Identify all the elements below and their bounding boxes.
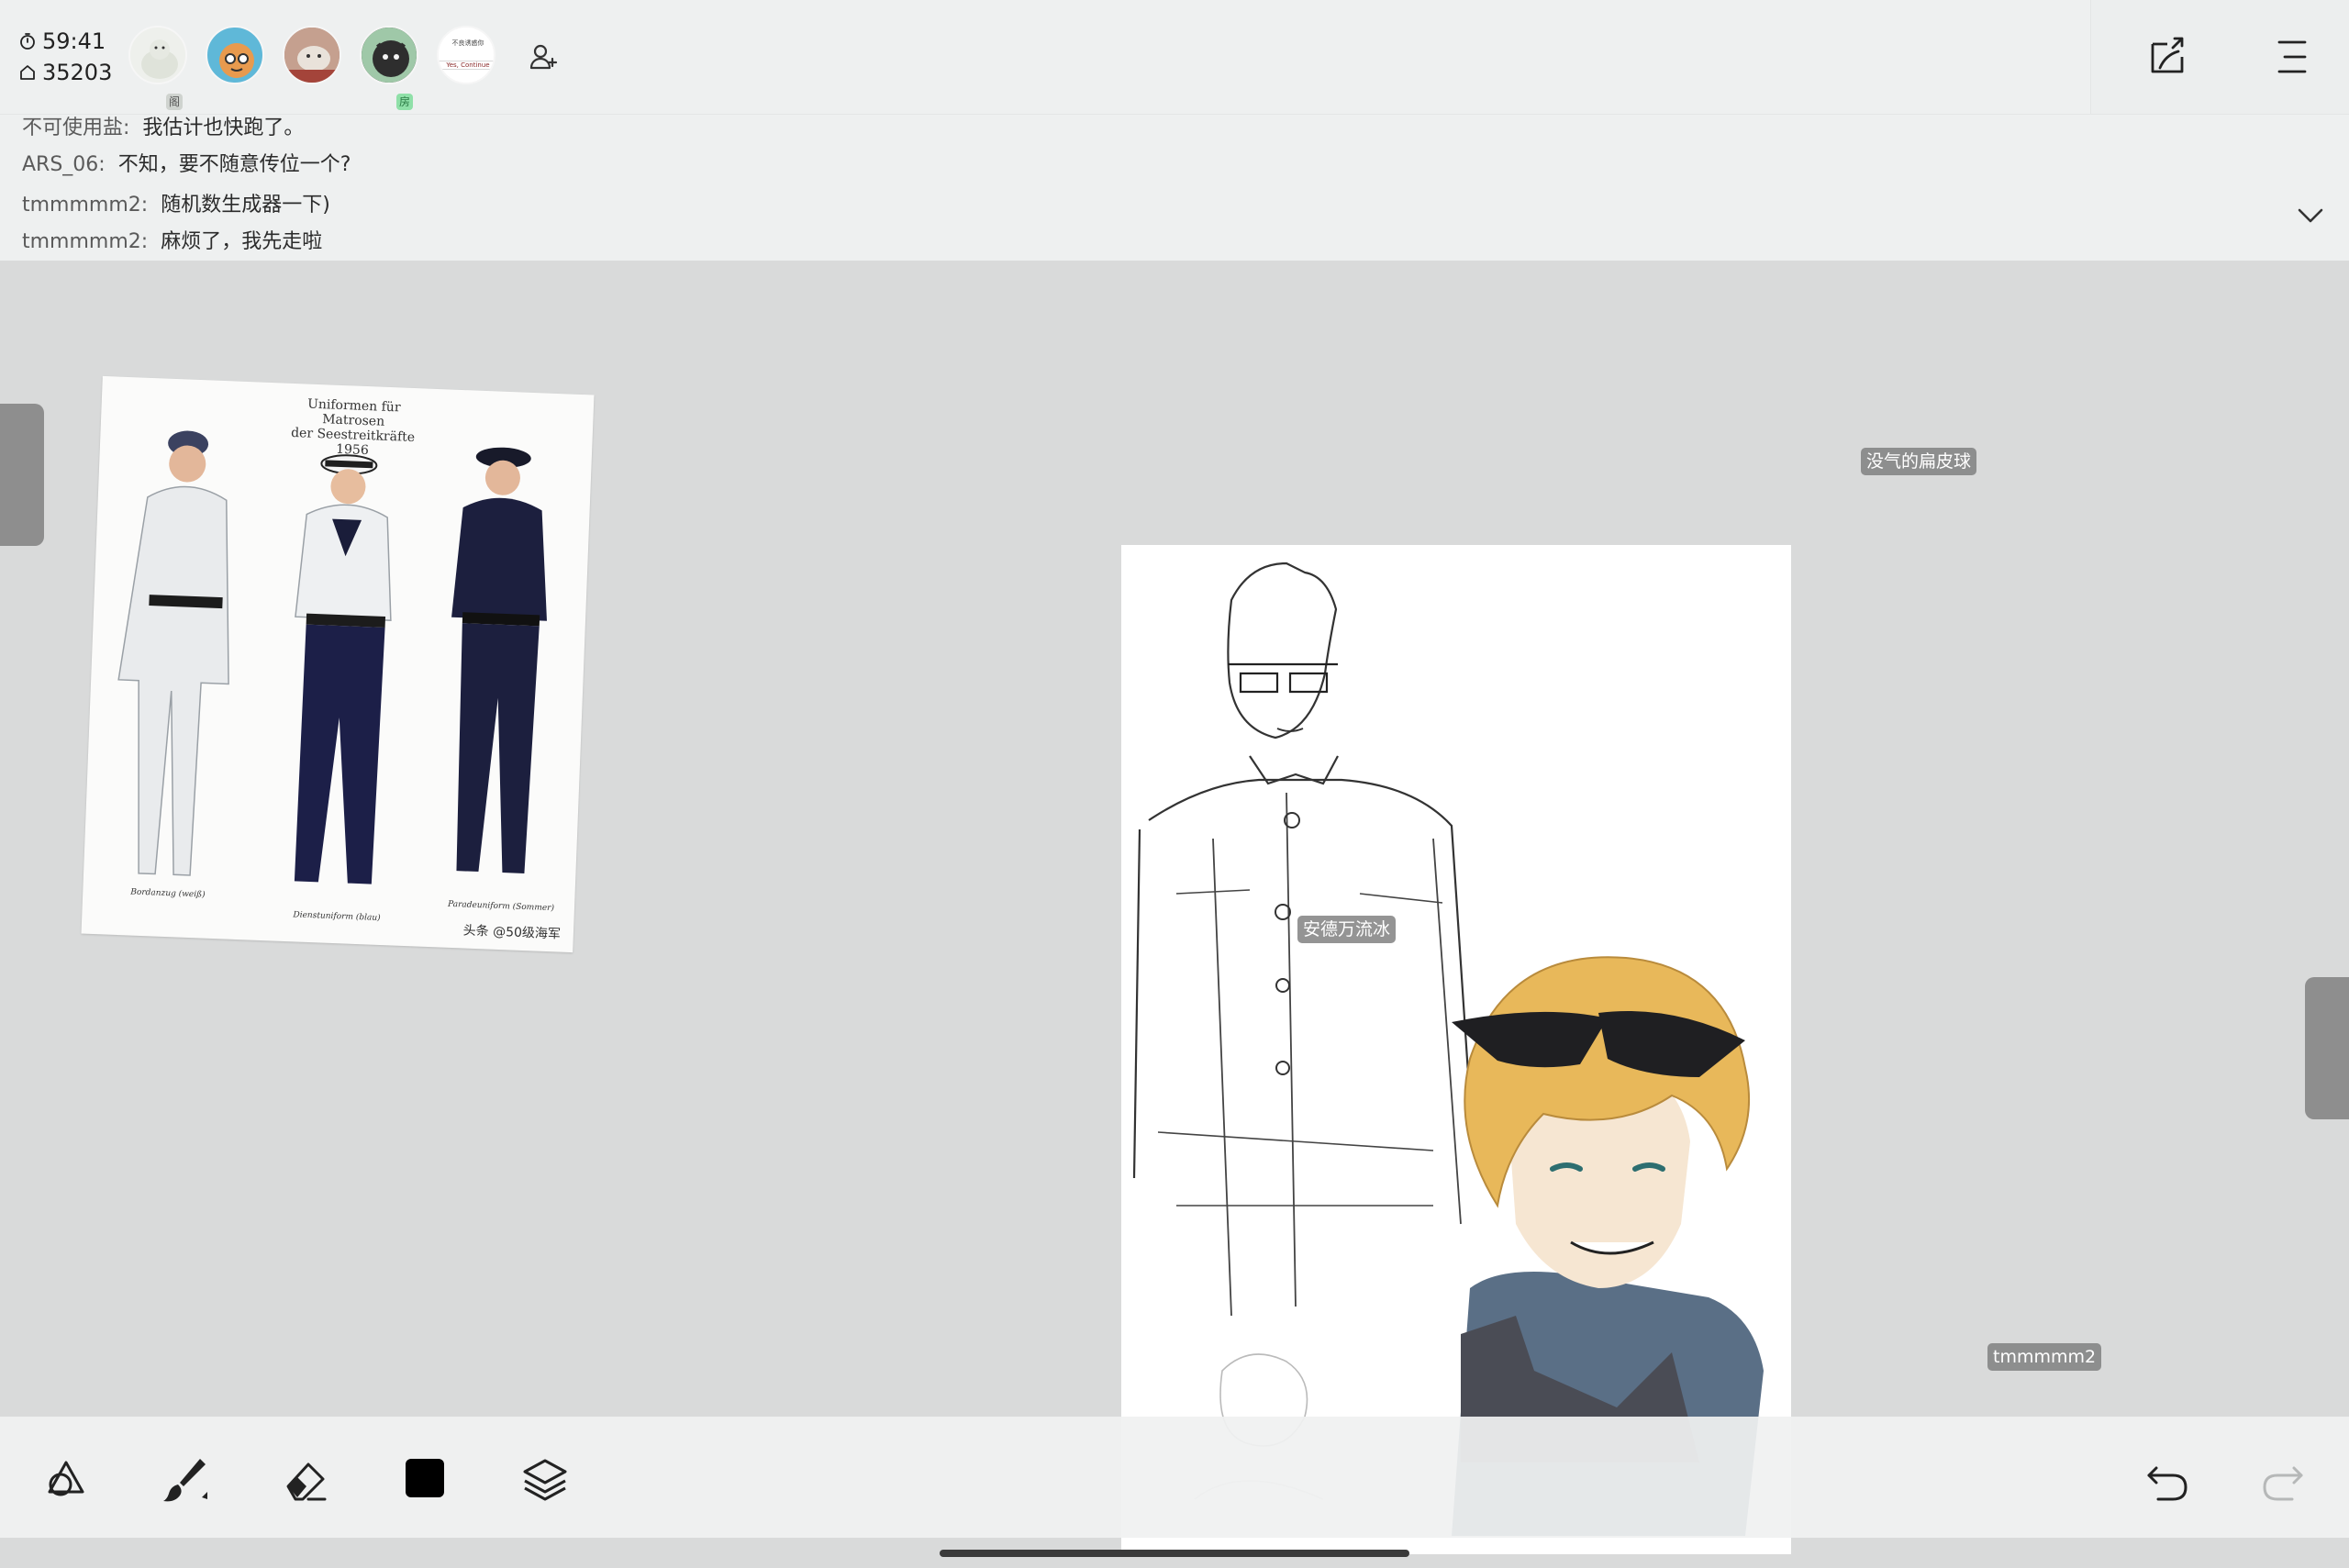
participant-avatar-1[interactable]	[128, 26, 187, 84]
cursor-label-2: 安德万流冰	[1297, 916, 1397, 943]
chat-user: tmmmmm2:	[22, 230, 149, 253]
chat-text: 我估计也快跑了。	[142, 117, 305, 139]
share-page-icon[interactable]	[2147, 35, 2189, 77]
shapes-icon[interactable]	[40, 1453, 92, 1505]
participant-avatar-5[interactable]: 不良诱惑你 Yes, Continue	[437, 26, 495, 84]
chat-user: ARS_06:	[22, 153, 106, 176]
brush-icon[interactable]	[160, 1453, 211, 1505]
chat-message: tmmmmm2: 麻烦了，我先走啦	[22, 228, 322, 256]
chat-message: 不可使用盐: 我估计也快跑了。	[22, 115, 304, 142]
chat-text: 不知，要不随意传位一个?	[117, 153, 351, 176]
undo-icon[interactable]	[2142, 1453, 2193, 1505]
chat-message: ARS_06: 不知，要不随意传位一个?	[22, 151, 351, 179]
color-swatch[interactable]	[406, 1459, 444, 1497]
sketch-figure	[1132, 562, 1764, 1536]
reference-watermark: 头条 @50级海军	[462, 923, 562, 942]
home-icon	[20, 65, 35, 80]
timer-row: 59:41	[18, 26, 112, 57]
reference-image[interactable]: Uniformen für Matrosen der Seestreitkräf…	[81, 375, 595, 953]
cursor-label-1: 没气的扁皮球	[1861, 448, 1977, 475]
chat-panel: 不可使用盐: 我估计也快跑了。 ARS_06: 不知，要不随意传位一个? tmmmm…	[0, 114, 2349, 261]
bottom-toolbar	[0, 1417, 2349, 1538]
chat-user: tmmmmm2:	[22, 194, 149, 217]
participant-avatar-2[interactable]	[206, 26, 264, 84]
chat-text: 随机数生成器一下)	[161, 194, 330, 217]
menu-icon[interactable]	[2272, 37, 2312, 77]
cursor-label-3: tmmmmm2	[1987, 1343, 2102, 1371]
top-bar: 59:41 35203 阁 房 不良诱惑你 Yes, Continue	[0, 0, 2349, 114]
participant-avatar-3[interactable]	[283, 26, 341, 84]
score-row: 35203	[18, 57, 112, 88]
right-panel-handle[interactable]	[2305, 977, 2349, 1119]
left-panel-handle[interactable]	[0, 404, 44, 546]
participant-avatar-4[interactable]	[360, 26, 418, 84]
avatar-5-line2: Yes, Continue	[439, 61, 494, 70]
score-value: 35203	[42, 60, 113, 85]
avatar-5-line1: 不良诱惑你	[451, 39, 484, 47]
artwork-page[interactable]	[1121, 545, 1791, 1554]
timer-value: 59:41	[42, 28, 106, 54]
home-indicator[interactable]	[940, 1550, 1409, 1557]
stopwatch-icon	[20, 33, 35, 50]
chat-user: 不可使用盐:	[22, 117, 130, 139]
avatar-1-badge: 阁	[166, 94, 183, 110]
sailor-figures	[117, 430, 547, 884]
chat-message: tmmmmm2: 随机数生成器一下)	[22, 192, 330, 219]
chevron-down-icon[interactable]	[2294, 199, 2327, 232]
chat-text: 麻烦了，我先走啦	[161, 230, 323, 253]
session-stats: 59:41 35203	[18, 26, 112, 88]
redo-icon[interactable]	[2257, 1453, 2309, 1505]
eraser-icon[interactable]	[281, 1453, 332, 1505]
add-user-icon[interactable]	[527, 40, 560, 73]
layers-icon[interactable]	[519, 1453, 571, 1505]
avatar-4-badge: 房	[396, 94, 413, 110]
